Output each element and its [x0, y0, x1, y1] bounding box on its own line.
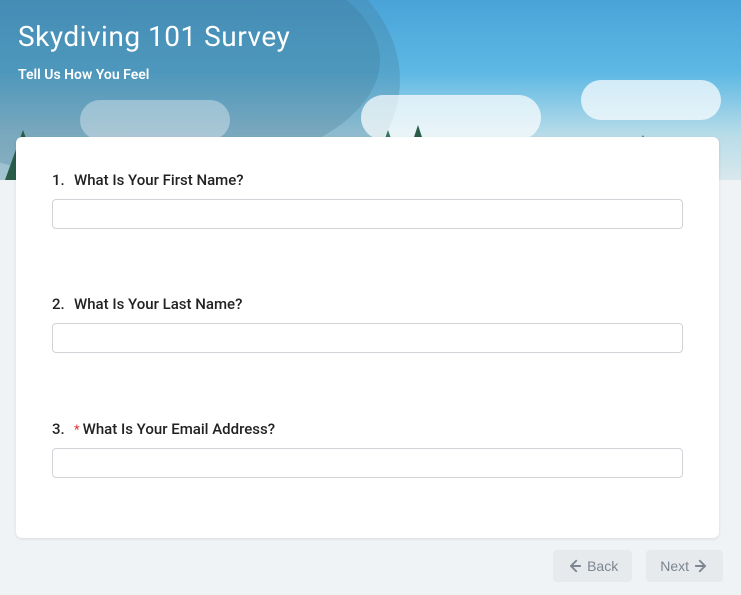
- question-3: 3. *What Is Your Email Address?: [52, 419, 683, 478]
- required-indicator: *: [74, 423, 80, 438]
- question-1: 1. What Is Your First Name?: [52, 171, 683, 229]
- email-input[interactable]: [52, 448, 683, 478]
- survey-subtitle: Tell Us How You Feel: [18, 67, 723, 83]
- next-button[interactable]: Next: [646, 550, 723, 582]
- question-number: 2.: [52, 295, 74, 313]
- survey-header: Skydiving 101 Survey Tell Us How You Fee…: [0, 0, 741, 95]
- first-name-input[interactable]: [52, 199, 683, 229]
- question-number: 1.: [52, 171, 74, 189]
- survey-card: 1. What Is Your First Name? 2. What Is Y…: [16, 137, 719, 538]
- question-label: What Is Your Email Address?: [83, 420, 275, 438]
- last-name-input[interactable]: [52, 323, 683, 353]
- navigation-footer: Back Next: [553, 550, 723, 582]
- question-2: 2. What Is Your Last Name?: [52, 295, 683, 353]
- question-label: What Is Your First Name?: [74, 171, 244, 189]
- question-label: What Is Your Last Name?: [74, 295, 242, 313]
- question-header: 2. What Is Your Last Name?: [52, 295, 683, 313]
- arrow-left-icon: [567, 559, 581, 573]
- back-button[interactable]: Back: [553, 550, 632, 582]
- back-button-label: Back: [587, 558, 618, 574]
- arrow-right-icon: [695, 559, 709, 573]
- survey-title: Skydiving 101 Survey: [18, 20, 723, 53]
- cloud-decoration: [80, 100, 230, 140]
- question-number: 3.: [52, 420, 74, 438]
- next-button-label: Next: [660, 558, 689, 574]
- question-header: 3. *What Is Your Email Address?: [52, 419, 683, 438]
- question-header: 1. What Is Your First Name?: [52, 171, 683, 189]
